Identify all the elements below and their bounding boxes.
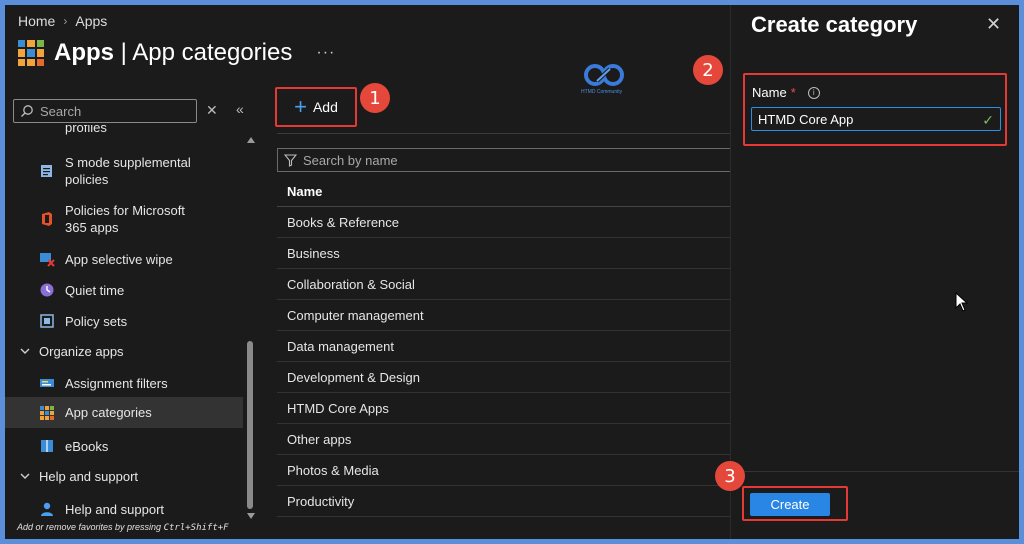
table-row[interactable]: Other apps [277, 424, 731, 455]
sidebar-item-help-and-support[interactable]: Help and support [5, 499, 243, 519]
categories-table: Name Books & Reference Business Collabor… [277, 177, 731, 517]
panel-footer-divider [731, 471, 1019, 472]
favorites-hint: Add or remove favorites by pressing Ctrl… [17, 522, 229, 533]
table-row[interactable]: Productivity [277, 486, 731, 517]
chevron-down-icon [20, 473, 30, 479]
sidebar-group-label: Help and support [39, 468, 139, 484]
filter-icon [40, 379, 54, 387]
scroll-down-icon[interactable] [247, 513, 255, 519]
breadcrumb-apps[interactable]: Apps [75, 13, 107, 29]
page-header: Apps | App categories ··· [18, 39, 335, 67]
filter-icon [284, 153, 297, 167]
app-categories-icon [18, 40, 44, 66]
sidebar-group-organize-apps[interactable]: Organize apps [5, 341, 243, 361]
sidebar-search-input[interactable]: Search [13, 99, 197, 123]
book-icon [41, 440, 53, 452]
table-row[interactable]: Data management [277, 331, 731, 362]
sidebar-search-placeholder: Search [40, 103, 82, 119]
sidebar-item-assignment-filters[interactable]: Assignment filters [5, 373, 243, 393]
clock-icon [40, 283, 54, 297]
office-icon [42, 212, 52, 226]
required-marker: * [790, 85, 796, 100]
policy-sets-icon [40, 314, 54, 328]
sidebar-item-s-mode-policies[interactable]: S mode supplemental policies [5, 153, 243, 189]
sidebar-item-policy-sets[interactable]: Policy sets [5, 311, 243, 331]
name-field-group: Name * i HTMD Core App ✓ [743, 73, 1007, 146]
panel-title: Create category [751, 12, 918, 37]
divider [277, 133, 731, 134]
column-header-name[interactable]: Name [277, 177, 731, 207]
sidebar-group-help-and-support[interactable]: Help and support [5, 466, 243, 486]
sidebar-item-ebooks[interactable]: eBooks [5, 436, 243, 456]
scroll-thumb[interactable] [247, 341, 253, 509]
sidebar-item-label: Help and support [65, 501, 165, 517]
create-category-panel: Create category ✕ Name * i HTMD Core App… [730, 5, 1019, 539]
app-window: Home › Apps Apps | App categories ··· Se… [5, 5, 1019, 539]
search-icon [21, 105, 33, 117]
search-by-name-placeholder: Search by name [303, 152, 398, 168]
chevron-down-icon [20, 348, 30, 354]
sidebar: Search ✕ « profiles S mode supplemental … [5, 95, 263, 525]
sidebar-item-m365-policies[interactable]: Policies for Microsoft 365 apps [5, 201, 243, 237]
sidebar-nav: profiles S mode supplemental policies Po… [5, 125, 243, 525]
sidebar-item-label: Assignment filters [65, 375, 168, 391]
logo-text: HTMD Community [581, 89, 623, 95]
sidebar-item-label: Quiet time [65, 282, 125, 298]
sidebar-item-app-categories[interactable]: App categories [5, 397, 243, 428]
clear-search-icon[interactable]: ✕ [206, 102, 218, 119]
sidebar-item-label: eBooks [65, 438, 109, 454]
breadcrumb-separator-icon: › [63, 14, 68, 28]
step-badge-1: 1 [360, 83, 390, 113]
table-row[interactable]: Photos & Media [277, 455, 731, 486]
name-input[interactable]: HTMD Core App ✓ [751, 107, 1001, 131]
sidebar-item-label: App selective wipe [65, 251, 173, 267]
htmd-logo [584, 64, 624, 86]
close-icon[interactable]: ✕ [986, 14, 1001, 35]
sidebar-item-label: Policy sets [65, 313, 128, 329]
sidebar-item-label: profiles [65, 125, 107, 135]
wipe-icon [40, 253, 55, 267]
create-button[interactable]: Create [750, 493, 830, 516]
step-badge-3: 3 [715, 461, 745, 491]
name-label: Name * i [752, 85, 820, 100]
sidebar-item-label: App categories [65, 405, 152, 420]
create-button-highlight: Create [742, 486, 848, 521]
step-badge-2: 2 [693, 55, 723, 85]
person-icon [41, 502, 53, 516]
checkmark-icon: ✓ [982, 112, 994, 128]
sidebar-item-quiet-time[interactable]: Quiet time [5, 280, 243, 300]
search-by-name-input[interactable]: Search by name [277, 148, 731, 172]
sidebar-item-profiles[interactable]: profiles [5, 125, 243, 137]
table-row[interactable]: Development & Design [277, 362, 731, 393]
table-row[interactable]: Books & Reference [277, 207, 731, 238]
app-grid-icon [40, 405, 54, 420]
table-row[interactable]: Collaboration & Social [277, 269, 731, 300]
scroll-up-icon[interactable] [247, 137, 255, 143]
table-row[interactable]: Business [277, 238, 731, 269]
breadcrumb-home[interactable]: Home [18, 13, 55, 29]
add-button[interactable]: + Add [275, 87, 357, 127]
name-input-value: HTMD Core App [758, 111, 854, 127]
sidebar-item-label: Policies for Microsoft 365 apps [65, 203, 185, 235]
info-icon[interactable]: i [807, 86, 820, 99]
table-row[interactable]: Computer management [277, 300, 731, 331]
sidebar-group-label: Organize apps [39, 343, 124, 359]
more-options-button[interactable]: ··· [316, 44, 335, 62]
sidebar-item-label: S mode supplemental policies [65, 155, 191, 187]
breadcrumb: Home › Apps [18, 13, 107, 29]
page-title: Apps | App categories [54, 39, 293, 66]
policy-doc-icon [41, 165, 52, 177]
sidebar-scrollbar[interactable] [245, 133, 255, 523]
mouse-cursor-icon [955, 292, 969, 312]
plus-icon: + [294, 94, 307, 119]
collapse-sidebar-icon[interactable]: « [236, 101, 244, 117]
add-button-label: Add [312, 99, 338, 115]
sidebar-item-app-selective-wipe[interactable]: App selective wipe [5, 249, 243, 269]
table-row[interactable]: HTMD Core Apps [277, 393, 731, 424]
